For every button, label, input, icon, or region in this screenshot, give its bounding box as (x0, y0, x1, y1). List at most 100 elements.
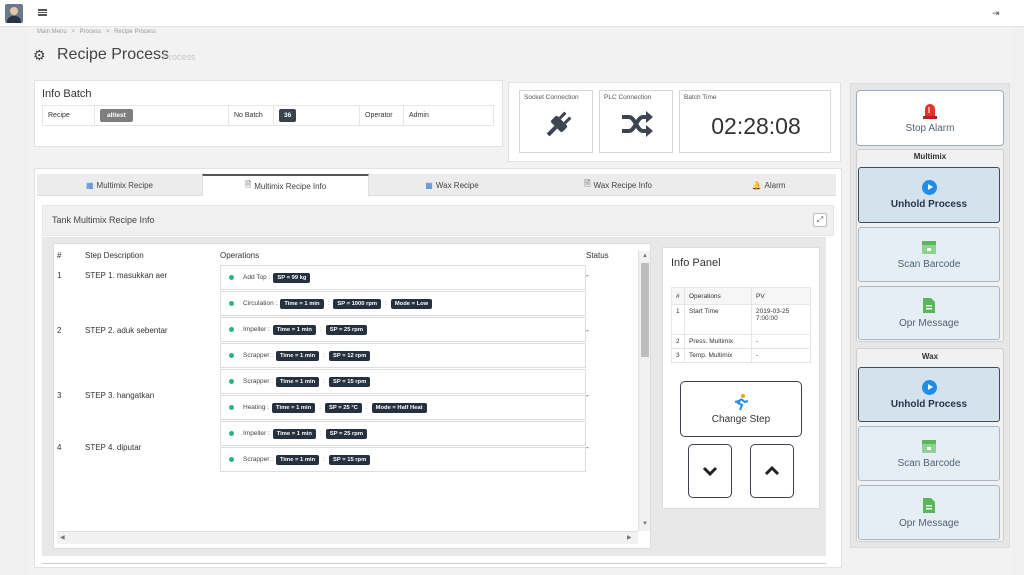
table-row: 4 STEP 4. diputar Impeller : Time = 1 min… (57, 421, 637, 473)
header-status: Status (586, 251, 609, 260)
building-icon: ▦ (425, 180, 433, 190)
status-dot-icon (229, 457, 234, 462)
info-batch-title: Info Batch (42, 88, 92, 100)
steps-table: # Step Description Operations Status 1 S… (57, 251, 637, 473)
status-dot-icon (229, 275, 234, 280)
info-batch-table: Recipe alltest No Batch 36 Operator Admi… (42, 105, 494, 126)
recipe-value-badge: alltest (100, 109, 133, 122)
tab-alarm[interactable]: 🔔 Alarm (701, 174, 836, 196)
siren-icon (923, 104, 937, 119)
socket-connection-label: Socket Connection (524, 94, 579, 101)
header-step-description: Step Description (85, 251, 144, 260)
gears-icon: ⚙ (33, 47, 46, 63)
batch-value-badge: 36 (279, 109, 297, 122)
plug-icon (546, 111, 572, 137)
status-dot-icon (229, 405, 234, 410)
multimix-opr-message-button[interactable]: Opr Message (858, 286, 1000, 340)
status-dot-icon (229, 379, 234, 384)
avatar[interactable] (5, 4, 23, 23)
table-row: 2 Press. Multimix - (671, 334, 811, 349)
operation-item: Impeller : Time = 1 min: SP = 25 rpm (220, 317, 586, 342)
operation-item: Add Top : SP = 99 kg (220, 265, 586, 290)
operation-item: Circulation : Time = 1 min: SP = 1000 rpm:… (220, 291, 586, 316)
running-icon (734, 394, 749, 411)
operator-value: Admin (403, 105, 494, 126)
divider (42, 563, 826, 564)
header-no: # (57, 251, 62, 260)
page-subtitle: Process (163, 52, 196, 62)
breadcrumb-item-process[interactable]: Process (80, 29, 102, 35)
chevron-up-icon (764, 466, 780, 476)
play-icon (921, 379, 937, 395)
operation-item: Scrapper : Time = 1 min: SP = 12 rpm (220, 343, 586, 368)
scrollbar-thumb[interactable] (641, 263, 649, 357)
recipe-label: Recipe (42, 105, 95, 126)
wax-opr-message-button[interactable]: Opr Message (858, 485, 1000, 540)
breadcrumb: Main Menu > Process > Recipe Process (37, 29, 157, 35)
tab-multimix-recipe-info[interactable]: 🗎 Multimix Recipe Info (202, 174, 369, 196)
operation-item: Impeller : Time = 1 min: SP = 25 rpm (220, 421, 586, 446)
barcode-box-icon (922, 241, 936, 254)
barcode-box-icon (922, 440, 936, 453)
chevron-down-icon (702, 466, 718, 476)
table-row: 3 Temp. Multimix - (671, 348, 811, 363)
step-down-button[interactable] (688, 444, 732, 498)
batch-time-label: Batch Time (684, 94, 717, 101)
wax-group-title: Wax (921, 352, 939, 361)
scroll-right-icon[interactable]: ▶ (627, 534, 632, 541)
tab-wax-recipe-info[interactable]: 🗎 Wax Recipe Info (535, 174, 701, 196)
multimix-scan-barcode-button[interactable]: Scan Barcode (858, 227, 1000, 282)
play-icon (921, 180, 937, 195)
tab-multimix-recipe[interactable]: ▦ Multimix Recipe (37, 174, 202, 196)
batch-time-box: Batch Time 02:28:08 (679, 90, 831, 153)
section-title: Tank Multimix Recipe Info (52, 215, 155, 225)
socket-connection-box: Socket Connection (519, 90, 593, 153)
scroll-up-icon[interactable]: ▲ (642, 253, 648, 259)
step-up-button[interactable] (750, 444, 794, 498)
building-icon: ▦ (85, 180, 94, 190)
table-row: 1 STEP 1. masukkan aer Add Top : SP = 99 … (57, 260, 637, 291)
stop-alarm-button[interactable]: Stop Alarm (856, 90, 1004, 146)
batch-time-value: 02:28:08 (711, 113, 801, 139)
batch-label: No Batch (228, 105, 274, 126)
status-dot-icon (229, 431, 234, 436)
multimix-unhold-process-button[interactable]: Unhold Process (858, 167, 1000, 223)
status-dot-icon (229, 327, 234, 332)
scroll-left-icon[interactable]: ◀ (60, 534, 65, 541)
operation-item: Scrapper : Time = 1 min: SP = 15 rpm (220, 447, 586, 472)
breadcrumb-item-recipe-process: Recipe Process (114, 29, 157, 35)
status-dot-icon (229, 301, 234, 306)
vertical-scrollbar[interactable]: ▲ ▼ (638, 251, 650, 531)
table-row: 1 Start Time 2019-03-25 7:00:00 (671, 304, 811, 335)
document-icon: 🗎 (244, 180, 252, 189)
multimix-group-title: Multimix (913, 152, 947, 161)
wax-scan-barcode-button[interactable]: Scan Barcode (858, 426, 1000, 481)
expand-icon[interactable]: ⤢ (813, 213, 827, 227)
operator-label: Operator (359, 105, 404, 126)
steps-table-viewport[interactable]: # Step Description Operations Status 1 S… (57, 251, 637, 531)
info-panel-table: # Operations PV 1 Start Time 2019-03-25 … (671, 287, 811, 363)
breadcrumb-item-main-menu[interactable]: Main Menu (37, 29, 67, 35)
operation-item: Scrapper : Time = 1 min: SP = 15 rpm (220, 369, 586, 394)
bell-icon: 🔔 (751, 180, 762, 190)
table-row: 3 STEP 3. hangatkan Scrapper : Time = 1 m… (57, 369, 637, 421)
operation-item: Heating : Time = 1 min: SP = 25 °C: Mode = … (220, 395, 586, 420)
message-file-icon (923, 298, 935, 313)
logout-icon[interactable]: ⇥ (992, 8, 1000, 19)
wax-unhold-process-button[interactable]: Unhold Process (858, 367, 1000, 422)
scroll-down-icon[interactable]: ▼ (642, 521, 648, 527)
page-title: Recipe Process (57, 46, 170, 63)
header-operations: Operations (220, 251, 260, 260)
document-icon: 🗎 (584, 179, 591, 188)
tab-bar: ▦ Multimix Recipe 🗎 Multimix Recipe Info… (37, 174, 836, 196)
table-row: 2 STEP 2. aduk sebentar Circulation : Tim… (57, 291, 637, 369)
plc-connection-label: PLC Connection (604, 94, 652, 101)
message-file-icon (923, 497, 935, 513)
status-dot-icon (229, 353, 234, 358)
menu-icon[interactable] (38, 9, 47, 16)
horizontal-scrollbar[interactable]: ◀ ▶ (57, 531, 638, 544)
top-bar (0, 0, 1024, 27)
tab-wax-recipe[interactable]: ▦ Wax Recipe (369, 174, 535, 196)
info-panel-title: Info Panel (671, 257, 721, 269)
change-step-button[interactable]: Change Step (680, 381, 802, 437)
